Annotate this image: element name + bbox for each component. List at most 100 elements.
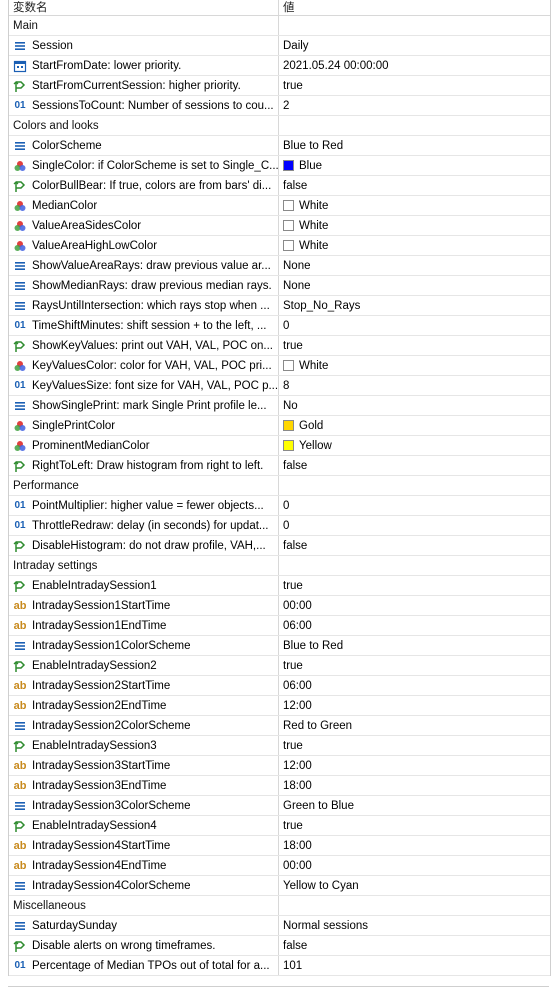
parameter-value-cell[interactable]: White (279, 196, 550, 215)
parameter-value-cell[interactable]: 12:00 (279, 756, 550, 775)
parameter-value-cell[interactable]: Gold (279, 416, 550, 435)
parameter-row[interactable]: ab IntradaySession4StartTime 18:00 (9, 836, 550, 856)
parameter-value[interactable]: Blue to Red (283, 140, 343, 152)
parameter-row[interactable]: ShowMedianRays: draw previous median ray… (9, 276, 550, 296)
parameter-value[interactable]: White (299, 200, 328, 212)
parameter-value-cell[interactable]: false (279, 176, 550, 195)
parameter-value[interactable]: Stop_No_Rays (283, 300, 360, 312)
parameter-value-cell[interactable]: false (279, 936, 550, 955)
color-swatch[interactable] (283, 360, 294, 371)
parameter-row[interactable]: 01 SessionsToCount: Number of sessions to… (9, 96, 550, 116)
parameter-row[interactable]: 01 ThrottleRedraw: delay (in seconds) for… (9, 516, 550, 536)
parameter-value[interactable]: 2021.05.24 00:00:00 (283, 60, 389, 72)
parameter-value[interactable]: 0 (283, 500, 289, 512)
parameter-value[interactable]: White (299, 240, 328, 252)
parameter-row[interactable]: ShowSinglePrint: mark Single Print profi… (9, 396, 550, 416)
parameter-value[interactable]: 00:00 (283, 600, 312, 612)
color-swatch[interactable] (283, 240, 294, 251)
parameter-value[interactable]: None (283, 260, 311, 272)
parameter-value-cell[interactable]: Stop_No_Rays (279, 296, 550, 315)
parameter-value-cell[interactable]: 2021.05.24 00:00:00 (279, 56, 550, 75)
parameter-value[interactable]: 18:00 (283, 840, 312, 852)
parameter-row[interactable]: IntradaySession1ColorScheme Blue to Red (9, 636, 550, 656)
parameter-value[interactable]: 12:00 (283, 700, 312, 712)
parameter-value-cell[interactable]: 18:00 (279, 776, 550, 795)
parameter-row[interactable]: ab IntradaySession3StartTime 12:00 (9, 756, 550, 776)
parameter-value-cell[interactable]: Normal sessions (279, 916, 550, 935)
parameter-row[interactable]: 01 Percentage of Median TPOs out of total… (9, 956, 550, 976)
parameter-row[interactable]: MedianColor White (9, 196, 550, 216)
parameter-row[interactable]: ab IntradaySession2StartTime 06:00 (9, 676, 550, 696)
parameter-value[interactable]: Daily (283, 40, 309, 52)
parameter-value[interactable]: 2 (283, 100, 289, 112)
parameter-value-cell[interactable]: Green to Blue (279, 796, 550, 815)
parameter-row[interactable]: EnableIntradaySession3 true (9, 736, 550, 756)
column-header-name[interactable]: 変数名 (9, 0, 279, 15)
parameter-value[interactable]: Blue (299, 160, 322, 172)
parameter-row[interactable]: Disable alerts on wrong timeframes. false (9, 936, 550, 956)
parameter-value[interactable]: Yellow (299, 440, 332, 452)
parameter-row[interactable]: StartFromCurrentSession: higher priority… (9, 76, 550, 96)
parameter-value-cell[interactable]: true (279, 336, 550, 355)
parameter-row[interactable]: EnableIntradaySession2 true (9, 656, 550, 676)
parameter-row[interactable]: ab IntradaySession2EndTime 12:00 (9, 696, 550, 716)
color-swatch[interactable] (283, 220, 294, 231)
parameter-value-cell[interactable]: true (279, 576, 550, 595)
parameter-row[interactable]: StartFromDate: lower priority. 2021.05.24… (9, 56, 550, 76)
parameter-row[interactable]: DisableHistogram: do not draw profile, V… (9, 536, 550, 556)
parameter-value-cell[interactable]: true (279, 816, 550, 835)
parameter-value[interactable]: Gold (299, 420, 323, 432)
color-swatch[interactable] (283, 160, 294, 171)
parameter-value[interactable]: No (283, 400, 298, 412)
parameter-value-cell[interactable]: 0 (279, 316, 550, 335)
parameter-value[interactable]: 06:00 (283, 620, 312, 632)
parameter-row[interactable]: ab IntradaySession1EndTime 06:00 (9, 616, 550, 636)
parameter-row[interactable]: EnableIntradaySession1 true (9, 576, 550, 596)
parameter-value-cell[interactable]: 00:00 (279, 596, 550, 615)
parameter-value[interactable]: true (283, 340, 303, 352)
parameter-value-cell[interactable]: 101 (279, 956, 550, 975)
parameter-value-cell[interactable]: true (279, 76, 550, 95)
parameter-value-cell[interactable]: None (279, 256, 550, 275)
parameter-value[interactable]: false (283, 460, 307, 472)
parameter-value[interactable]: true (283, 80, 303, 92)
parameter-value-cell[interactable]: 0 (279, 496, 550, 515)
parameter-value[interactable]: 12:00 (283, 760, 312, 772)
parameter-value[interactable]: true (283, 820, 303, 832)
parameter-row[interactable]: 01 TimeShiftMinutes: shift session + to t… (9, 316, 550, 336)
column-header-value[interactable]: 値 (279, 0, 550, 15)
parameter-value[interactable]: true (283, 740, 303, 752)
parameter-value-cell[interactable]: Blue to Red (279, 636, 550, 655)
parameter-value-cell[interactable]: Red to Green (279, 716, 550, 735)
parameter-value-cell[interactable]: 12:00 (279, 696, 550, 715)
parameter-row[interactable]: ColorBullBear: If true, colors are from … (9, 176, 550, 196)
parameter-value[interactable]: false (283, 940, 307, 952)
parameter-value[interactable]: Normal sessions (283, 920, 368, 932)
parameter-value[interactable]: 06:00 (283, 680, 312, 692)
parameter-value-cell[interactable]: 0 (279, 516, 550, 535)
parameter-row[interactable]: SaturdaySunday Normal sessions (9, 916, 550, 936)
parameter-row[interactable]: ValueAreaSidesColor White (9, 216, 550, 236)
parameter-value-cell[interactable]: false (279, 456, 550, 475)
parameter-value-cell[interactable]: White (279, 356, 550, 375)
parameter-value[interactable]: true (283, 660, 303, 672)
parameter-value[interactable]: 101 (283, 960, 302, 972)
parameter-value[interactable]: 18:00 (283, 780, 312, 792)
color-swatch[interactable] (283, 440, 294, 451)
parameter-value-cell[interactable]: true (279, 736, 550, 755)
parameter-row[interactable]: 01 PointMultiplier: higher value = fewer … (9, 496, 550, 516)
parameter-row[interactable]: IntradaySession3ColorScheme Green to Blue (9, 796, 550, 816)
parameter-row[interactable]: RightToLeft: Draw histogram from right t… (9, 456, 550, 476)
parameter-row[interactable]: SingleColor: if ColorScheme is set to Si… (9, 156, 550, 176)
parameter-value[interactable]: Red to Green (283, 720, 352, 732)
parameter-value[interactable]: 00:00 (283, 860, 312, 872)
color-swatch[interactable] (283, 420, 294, 431)
parameter-value-cell[interactable]: true (279, 656, 550, 675)
parameter-value-cell[interactable]: Yellow (279, 436, 550, 455)
parameter-value[interactable]: true (283, 580, 303, 592)
parameter-row[interactable]: 01 KeyValuesSize: font size for VAH, VAL,… (9, 376, 550, 396)
parameter-value[interactable]: 0 (283, 520, 289, 532)
parameter-row[interactable]: IntradaySession4ColorScheme Yellow to Cya… (9, 876, 550, 896)
parameter-value[interactable]: 0 (283, 320, 289, 332)
parameter-row[interactable]: ValueAreaHighLowColor White (9, 236, 550, 256)
